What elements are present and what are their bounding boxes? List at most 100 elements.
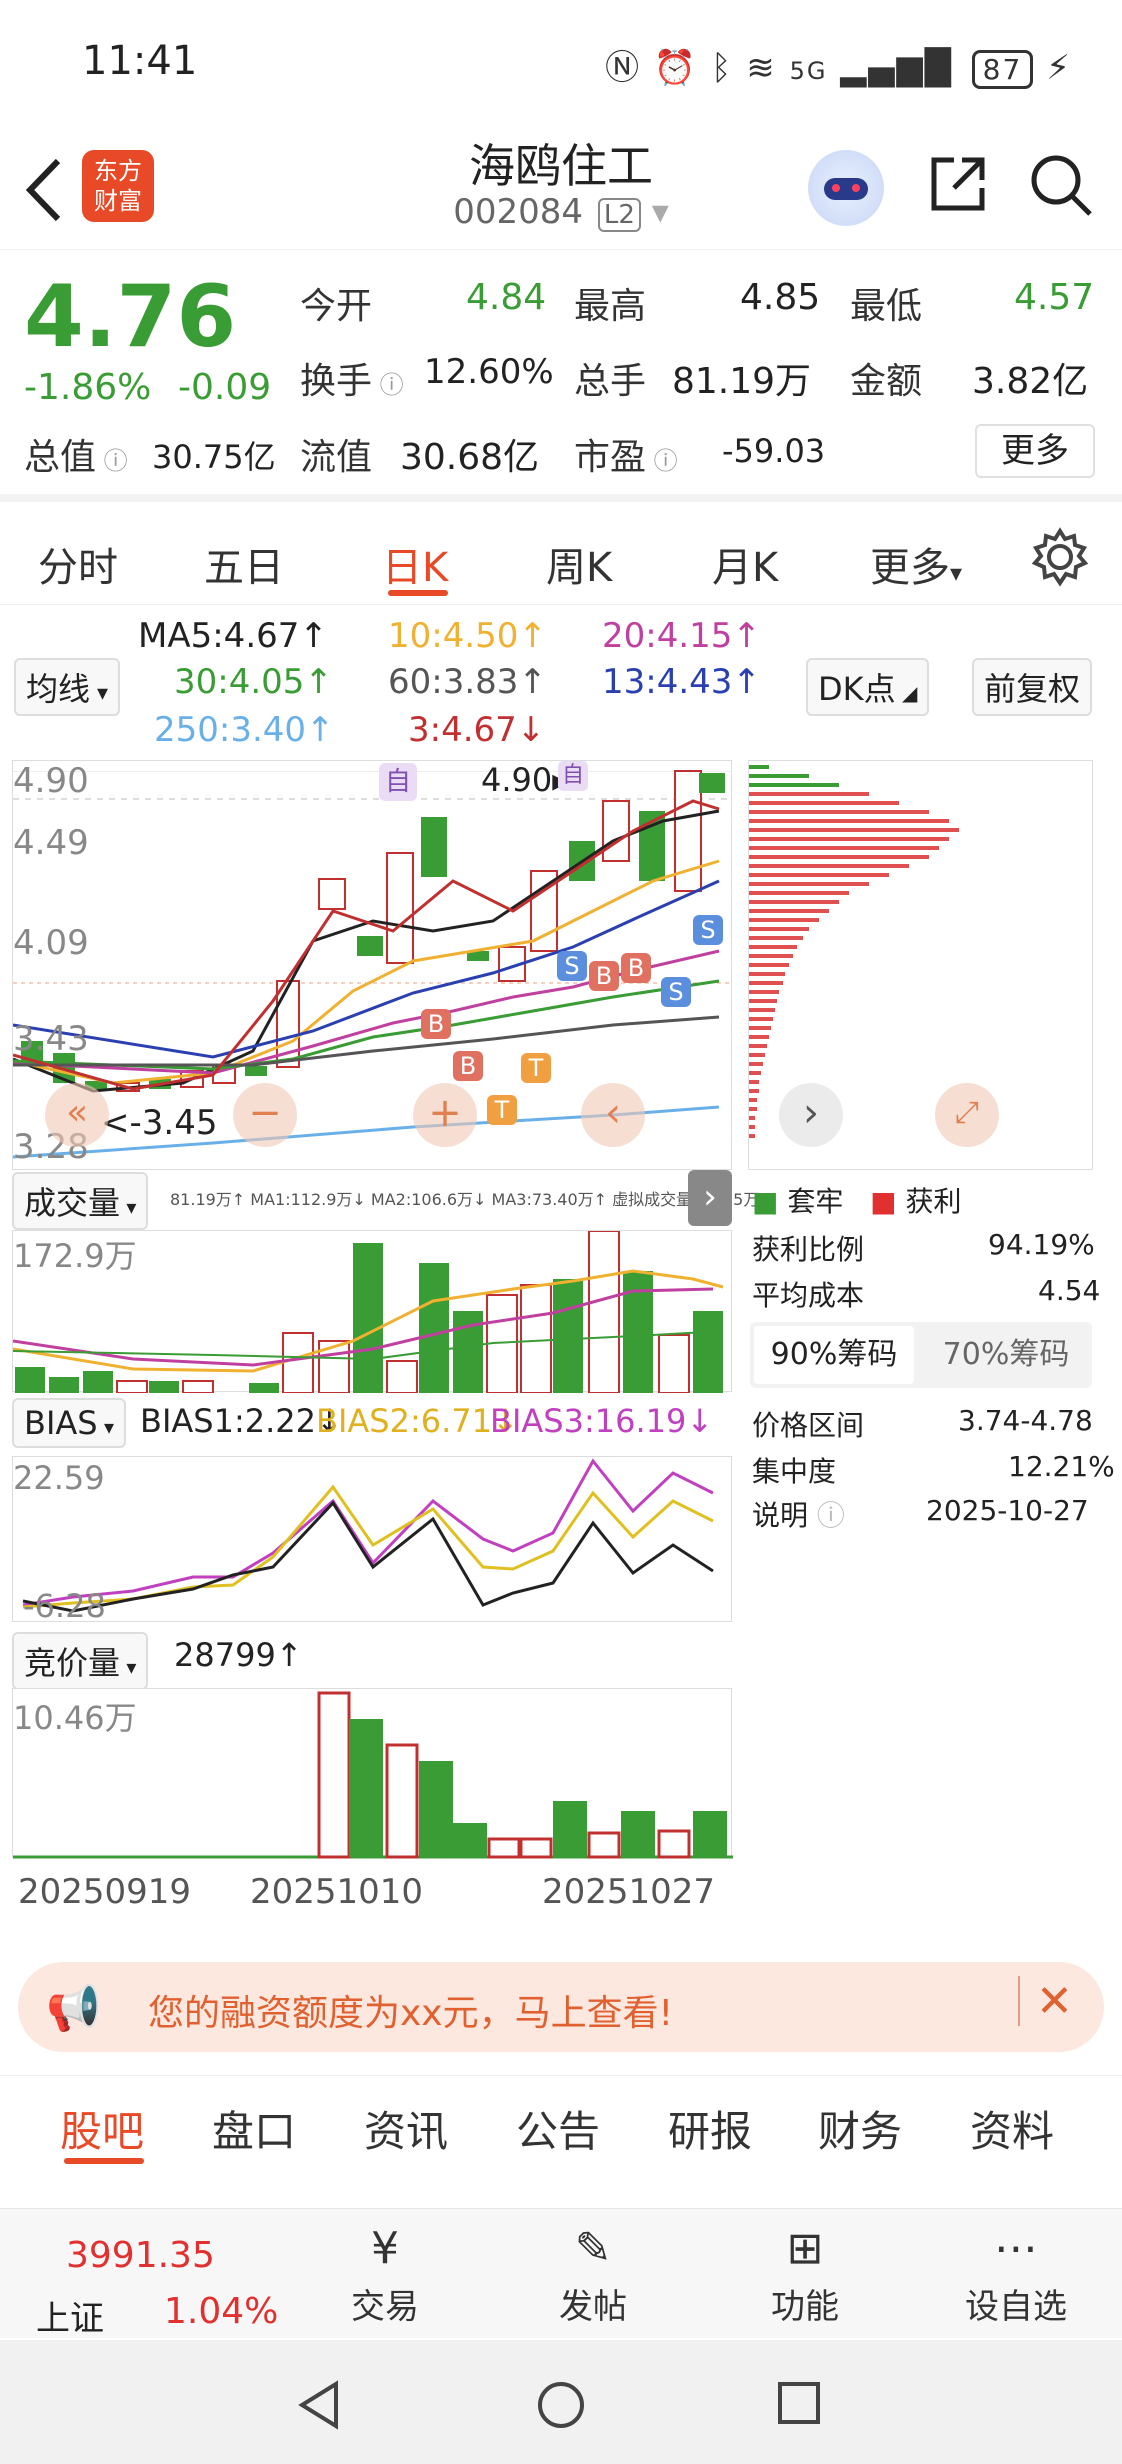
system-recents-icon[interactable] [776,2380,822,2426]
chip-bar [749,999,777,1003]
chip-bar [749,990,779,994]
network-label: 5G [789,57,828,85]
tab-research[interactable]: 研报 [668,2098,752,2159]
financing-banner[interactable]: 📢 您的融资额度为xx元，马上查看! ✕ [18,1962,1104,2052]
nav-trade[interactable]: ¥ 交易 [340,2219,430,2328]
tab-profile[interactable]: 资料 [970,2098,1054,2159]
ma20-value: 20:4.15↑ [602,616,761,656]
note-label[interactable]: 说明 ⓘ [752,1494,845,1534]
tab-daily-k[interactable]: 日K [382,535,448,593]
price-label-2: 4.49 [13,823,89,863]
tab-five-day[interactable]: 五日 [204,535,284,593]
dk-point-button[interactable]: DK点 ◢ [806,658,930,716]
index-name[interactable]: 上证 [36,2291,104,2340]
bias-selector[interactable]: BIAS ▾ [12,1398,126,1448]
scroll-left-button[interactable]: ‹ [581,1083,645,1147]
chip-bar [749,783,839,787]
expand-indicators-button[interactable]: › [688,1170,732,1226]
price-label-3: 4.09 [13,923,89,963]
quote-panel: 4.76 -1.86% -0.09 今开 4.84 最高 4.85 最低 4.5… [0,252,1122,502]
chip-bar [749,909,829,913]
candle [699,773,725,793]
nav-post[interactable]: ✎ 发帖 [548,2219,638,2328]
chip-bar [749,882,869,886]
search-icon[interactable] [1028,152,1094,218]
chip-next-button[interactable]: › [779,1083,843,1147]
chip-distribution-chart[interactable]: › ⤢ [748,760,1093,1170]
auction-chart: 10.46万 [12,1688,733,1859]
system-back-icon[interactable] [296,2380,342,2430]
moving-average-legend: MA5:4.67↑ 10:4.50↑ 20:4.15↑ 均线 ▾ 30:4.05… [0,610,1122,760]
t-signal: T [487,1095,517,1125]
nav-functions[interactable]: ⊞ 功能 [760,2219,850,2328]
chip-bar [749,972,785,976]
robot-assistant-icon[interactable] [808,150,884,226]
chip-bar [749,891,849,895]
chip-bar [749,900,839,904]
price-label-4: 3.43 [13,1019,89,1059]
high-marker: 4.90▸ [481,761,568,799]
tab-intraday[interactable]: 分时 [38,535,118,593]
concentration-label: 集中度 [752,1455,837,1488]
info-tabs: 股吧 盘口 资讯 公告 研报 财务 资料 [0,2075,1122,2175]
current-price: 4.76 [24,267,237,367]
auction-max-label: 10.46万 [13,1699,137,1737]
nav-add-watchlist[interactable]: ⋯ 设自选 [956,2219,1076,2328]
concentration-value: 12.21% [1008,1450,1115,1483]
share-icon[interactable] [926,152,990,216]
volume-selector[interactable]: 成交量 ▾ [12,1172,149,1230]
high-label: 最高 [574,286,647,327]
tab-chip-90[interactable]: 90%筹码 [754,1326,914,1384]
chip-bar [749,1044,767,1048]
chip-bar [749,1125,755,1129]
zoom-in-button[interactable]: + [413,1083,477,1147]
system-home-icon[interactable] [536,2380,586,2430]
tab-news[interactable]: 资讯 [364,2098,448,2159]
chip-bar [749,1116,755,1120]
date-start: 20250919 [18,1872,192,1912]
tab-forum[interactable]: 股吧 [60,2098,144,2159]
ma-selector[interactable]: 均线 ▾ [14,658,121,716]
avg-cost-label: 平均成本 [752,1279,865,1312]
settings-gear-icon[interactable] [1030,527,1090,587]
chip-bar [749,927,809,931]
self-select-marker-2: 自 [558,761,588,791]
buy-signal: B [621,953,651,983]
tab-finance[interactable]: 财务 [818,2098,902,2159]
tab-chip-70[interactable]: 70%筹码 [926,1326,1086,1384]
chip-bar [749,918,819,922]
close-icon[interactable]: ✕ [1018,1976,1073,2027]
tab-announcements[interactable]: 公告 [516,2098,600,2159]
adjust-button[interactable]: 前复权 [972,658,1093,716]
chip-bar [749,846,939,850]
avg-cost-value: 4.54 [1038,1274,1101,1307]
index-pct[interactable]: 1.04% [164,2291,278,2332]
tab-market[interactable]: 盘口 [212,2098,296,2159]
chip-bar [749,1080,759,1084]
auction-selector[interactable]: 竞价量 ▾ [12,1632,149,1690]
chip-bar [749,774,809,778]
chip-bar [749,873,889,877]
ma60-value: 60:3.83↑ [388,662,547,702]
amount-value: 3.82亿 [972,361,1089,402]
tab-more[interactable]: 更多▾ [870,535,962,593]
chip-bar [749,1071,761,1075]
expand-icon[interactable]: ⤢ [935,1083,999,1147]
battery-indicator: 87 [971,50,1034,89]
candlestick-chart[interactable]: 4.90 4.49 4.09 3.43 3.28 4.90▸ <-3.45 自 … [12,760,733,1170]
ma10-value: 10:4.50↑ [388,616,547,656]
edit-icon: ✎ [574,2223,612,2274]
tab-weekly-k[interactable]: 周K [546,535,612,593]
legend-profit: 获利 [905,1185,962,1218]
zoom-out-button[interactable]: − [233,1083,297,1147]
amount-label: 金额 [850,361,923,402]
low-value: 4.57 [1014,277,1095,318]
chip-bar [749,981,783,985]
scroll-left-fast-button[interactable]: « [45,1083,109,1147]
buy-signal: B [453,1051,483,1081]
tab-monthly-k[interactable]: 月K [712,535,778,593]
info-icon[interactable]: ⓘ [817,1499,845,1532]
more-button[interactable]: 更多 [975,424,1095,478]
chip-bar [749,1008,775,1012]
index-value[interactable]: 3991.35 [66,2235,215,2276]
